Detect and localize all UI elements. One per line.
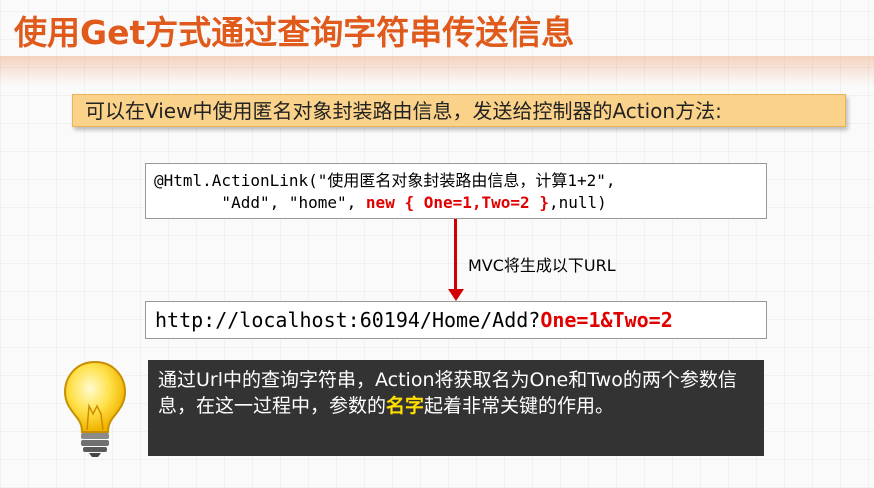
url-prefix: http://localhost:60194/Home/Add? [155,308,541,332]
down-arrow-shaft [454,219,457,291]
code-line-2-prefix: "Add", "home", [154,193,366,212]
arrow-label: MVC将生成以下URL [468,256,616,275]
slide-title: 使用Get方式通过查询字符串传送信息 [14,13,575,52]
note-highlight: 名字 [386,395,425,417]
note-text-2: 起着非常关键的作用。 [424,395,615,417]
title-underline [0,56,874,86]
code-line-1: @Html.ActionLink("使用匿名对象封装路由信息，计算1+2", [154,171,616,190]
url-query-string: One=1&Two=2 [540,308,673,332]
lightbulb-icon [63,360,127,457]
code-snippet: @Html.ActionLink("使用匿名对象封装路由信息，计算1+2", "… [145,163,767,219]
generated-url: http://localhost:60194/Home/Add?One=1&Tw… [145,301,767,339]
code-anonymous-object: new { One=1,Two=2 } [365,193,549,212]
intro-callout: 可以在View中使用匿名对象封装路由信息，发送给控制器的Action方法: [72,94,846,127]
down-arrow-icon [448,289,464,301]
code-line-2-suffix: ,null) [548,193,607,212]
note-box: 通过Url中的查询字符串，Action将获取名为One和Two的两个参数信息，在… [148,360,764,456]
